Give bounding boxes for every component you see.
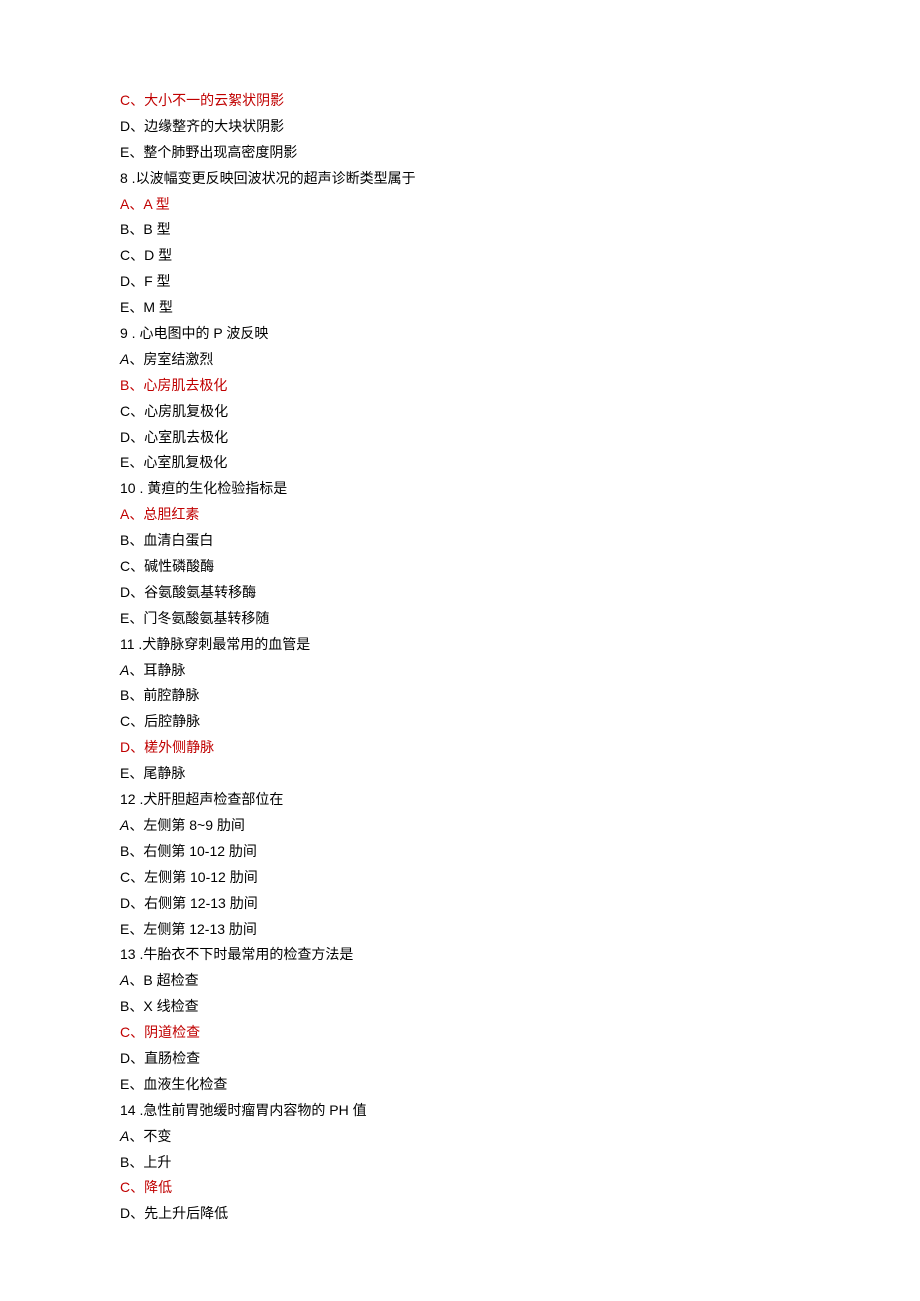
- line-text: 、不变: [129, 1128, 171, 1144]
- line-prefix: A: [120, 817, 129, 833]
- text-line: 14 .急性前胃弛缓时瘤胃内容物的 PH 值: [120, 1098, 800, 1124]
- text-line: D、心室肌去极化: [120, 425, 800, 451]
- text-line: 11 .犬静脉穿刺最常用的血管是: [120, 632, 800, 658]
- text-line: D、谷氨酸氨基转移酶: [120, 580, 800, 606]
- text-line: C、后腔静脉: [120, 709, 800, 735]
- text-line: E、整个肺野出现高密度阴影: [120, 140, 800, 166]
- text-line: C、阴道检查: [120, 1020, 800, 1046]
- line-text: 、耳静脉: [129, 662, 185, 678]
- line-text: 、B 超检查: [129, 972, 198, 988]
- text-line: D、直肠检查: [120, 1046, 800, 1072]
- text-line: D、边缘整齐的大块状阴影: [120, 114, 800, 140]
- text-line: A、总胆红素: [120, 502, 800, 528]
- text-line: A、A 型: [120, 192, 800, 218]
- text-line: B、B 型: [120, 217, 800, 243]
- text-line: 8 .以波幅变更反映回波状况的超声诊断类型属于: [120, 166, 800, 192]
- text-line: C、降低: [120, 1175, 800, 1201]
- text-line: E、血液生化检查: [120, 1072, 800, 1098]
- text-line: 12 .犬肝胆超声检查部位在: [120, 787, 800, 813]
- text-line: C、左侧第 10-12 肋间: [120, 865, 800, 891]
- text-line: 13 .牛胎衣不下时最常用的检查方法是: [120, 942, 800, 968]
- text-line: 9 . 心电图中的 P 波反映: [120, 321, 800, 347]
- document-content: C、大小不一的云絮状阴影D、边缘整齐的大块状阴影E、整个肺野出现高密度阴影8 .…: [120, 88, 800, 1227]
- text-line: A、房室结激烈: [120, 347, 800, 373]
- text-line: D、槎外侧静脉: [120, 735, 800, 761]
- line-prefix: A: [120, 351, 129, 367]
- text-line: E、心室肌复极化: [120, 450, 800, 476]
- text-line: D、F 型: [120, 269, 800, 295]
- line-prefix: A: [120, 972, 129, 988]
- text-line: A、耳静脉: [120, 658, 800, 684]
- text-line: A、B 超检查: [120, 968, 800, 994]
- text-line: A、不变: [120, 1124, 800, 1150]
- text-line: B、X 线检查: [120, 994, 800, 1020]
- line-prefix: A: [120, 662, 129, 678]
- text-line: C、碱性磷酸酶: [120, 554, 800, 580]
- text-line: B、血清白蛋白: [120, 528, 800, 554]
- text-line: 10 . 黄疸的生化检验指标是: [120, 476, 800, 502]
- text-line: C、大小不一的云絮状阴影: [120, 88, 800, 114]
- text-line: E、尾静脉: [120, 761, 800, 787]
- text-line: E、门冬氨酸氨基转移随: [120, 606, 800, 632]
- text-line: B、右侧第 10-12 肋间: [120, 839, 800, 865]
- text-line: C、D 型: [120, 243, 800, 269]
- text-line: D、右侧第 12-13 肋间: [120, 891, 800, 917]
- line-text: 、房室结激烈: [129, 351, 213, 367]
- text-line: B、前腔静脉: [120, 683, 800, 709]
- text-line: A、左侧第 8~9 肋间: [120, 813, 800, 839]
- line-prefix: A: [120, 1128, 129, 1144]
- text-line: E、M 型: [120, 295, 800, 321]
- text-line: D、先上升后降低: [120, 1201, 800, 1227]
- text-line: B、心房肌去极化: [120, 373, 800, 399]
- text-line: B、上升: [120, 1150, 800, 1176]
- text-line: E、左侧第 12-13 肋间: [120, 917, 800, 943]
- line-text: 、左侧第 8~9 肋间: [129, 817, 245, 833]
- text-line: C、心房肌复极化: [120, 399, 800, 425]
